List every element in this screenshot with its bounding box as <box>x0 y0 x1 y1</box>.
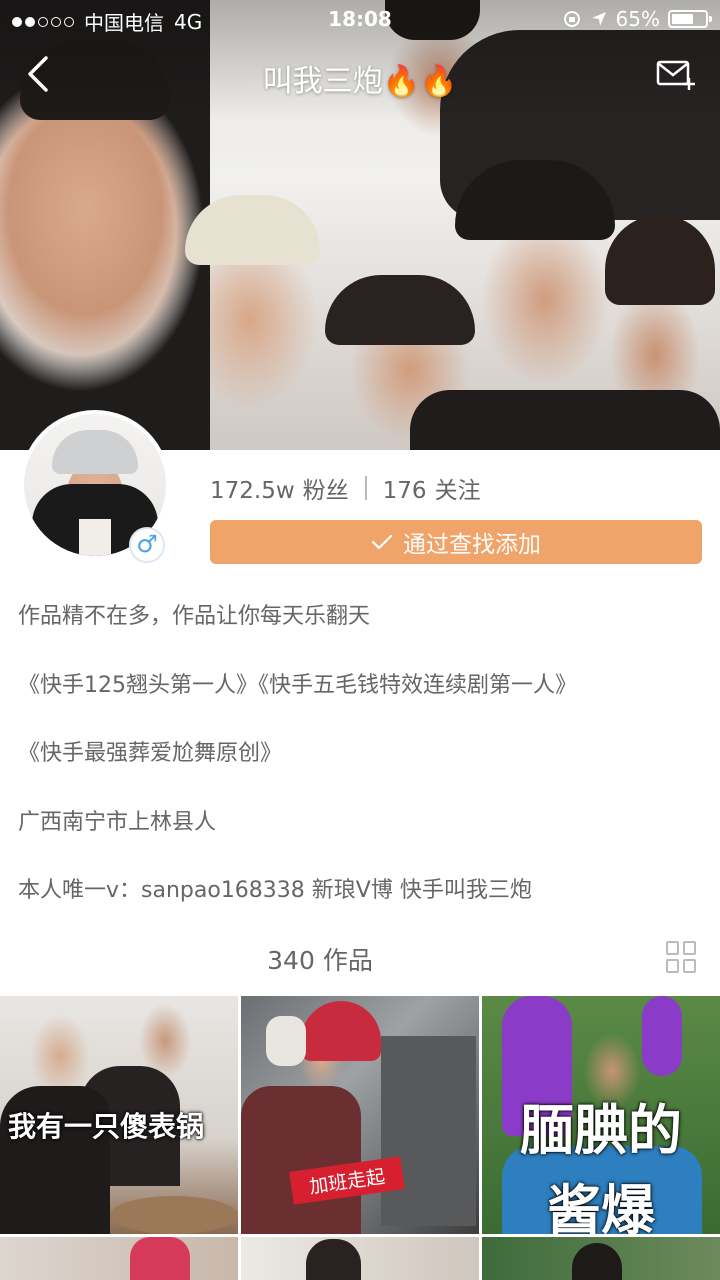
video-thumbnail[interactable] <box>0 1237 238 1280</box>
grid-icon[interactable] <box>666 941 698 973</box>
battery-percent: 65% <box>615 7 660 31</box>
male-gender-icon: ♂ <box>129 527 165 563</box>
fire-emoji: 🔥🔥 <box>382 64 458 99</box>
following-label: 关注 <box>434 478 481 504</box>
stat-divider <box>364 476 367 500</box>
nav-bar: 叫我三炮🔥🔥 <box>0 40 720 110</box>
works-count: 340 作品 <box>267 946 373 975</box>
bio-line: 本人唯一v：sanpao168338 新琅V博 快手叫我三炮 <box>18 878 532 903</box>
rotation-lock-icon <box>563 11 580 27</box>
location-icon <box>591 12 606 26</box>
bio-line: 作品精不在多，作品让你每天乐翻天 <box>18 604 371 629</box>
following-stat[interactable]: 176 关注 <box>383 471 481 505</box>
video-thumbnail[interactable] <box>482 1237 720 1280</box>
add-button-label: 通过查找添加 <box>403 532 541 558</box>
check-icon <box>371 534 393 550</box>
followers-stat[interactable]: 172.5w 粉丝 <box>210 471 349 505</box>
thumbnail-caption: 酱爆 <box>547 1179 655 1234</box>
video-thumbnail[interactable]: 我有一只傻表锅 <box>0 996 238 1234</box>
mail-add-icon[interactable] <box>656 58 696 92</box>
thumbnail-caption: 腼腆的 <box>520 1099 682 1162</box>
profile-stats: 172.5w 粉丝 176 关注 <box>210 471 481 505</box>
user-name: 叫我三炮 <box>262 64 383 99</box>
bio-line: 《快手最强葬爱尬舞原创》 <box>18 741 283 766</box>
bio-line: 广西南宁市上林县人 <box>18 809 217 835</box>
thumbnail-caption: 我有一只傻表锅 <box>8 1110 205 1143</box>
works-header: 340 作品 <box>0 935 720 981</box>
add-via-search-button[interactable]: 通过查找添加 <box>210 520 702 564</box>
battery-icon <box>668 10 712 28</box>
video-thumbnail[interactable]: 加班走起 <box>241 996 479 1234</box>
followers-count: 172.5w <box>210 478 295 504</box>
bio: 作品精不在多，作品让你每天乐翻天 《快手125翘头第一人》《快手五毛钱特效连续剧… <box>18 598 577 941</box>
video-thumbnail[interactable]: 腼腆的 酱爆 <box>482 996 720 1234</box>
following-count: 176 <box>382 478 427 504</box>
bio-line: 《快手125翘头第一人》《快手五毛钱特效连续剧第一人》 <box>18 672 577 698</box>
video-thumbnail[interactable] <box>241 1237 479 1280</box>
followers-label: 粉丝 <box>302 478 349 504</box>
page-title: 叫我三炮🔥🔥 <box>0 56 720 100</box>
status-bar: 中国电信 4G 18:08 65% <box>0 0 720 38</box>
